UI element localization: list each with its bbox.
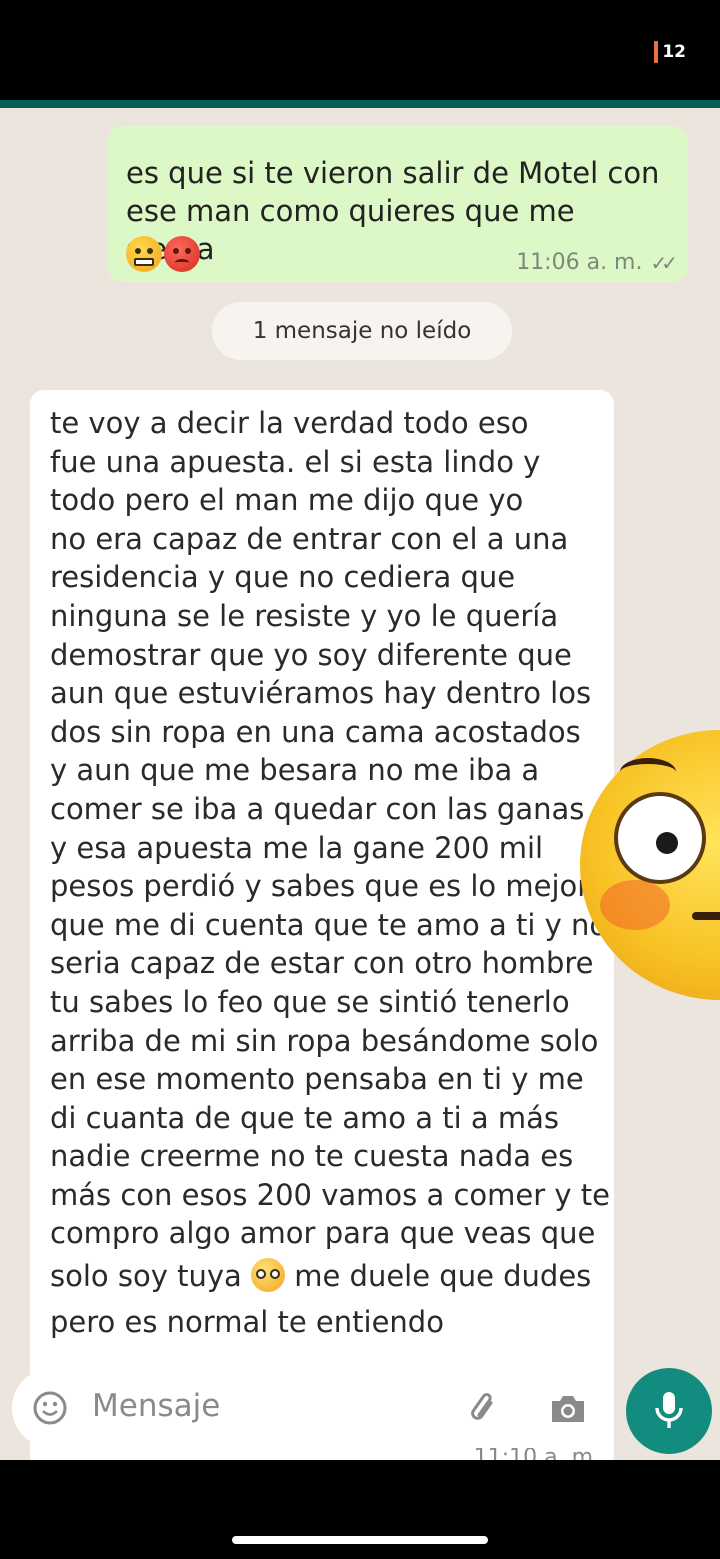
message-line: te voy a decir la verdad todo eso: [50, 406, 529, 440]
message-timestamp: 11:06 a. m. ✓✓: [516, 250, 678, 275]
message-line-with-emoji: solo soy tuya me duele que dudes: [50, 1253, 598, 1299]
attach-icon[interactable]: [466, 1390, 504, 1428]
message-line: no era capaz de entrar con el a una: [50, 521, 569, 556]
message-line: pesos perdió y sabes que es lo mejor: [50, 869, 590, 904]
message-line: en ese momento pensaba en ti y me: [50, 1062, 584, 1097]
system-navigation-bar: [0, 1460, 720, 1559]
pleading-face-icon: [251, 1258, 286, 1293]
emoji-row: [126, 236, 200, 272]
outgoing-message-line: es que si te vieron salir de Motel con: [126, 156, 660, 190]
incoming-message-bubble[interactable]: te voy a decir la verdad todo eso fue un…: [30, 390, 614, 1460]
battery-level: 12: [662, 42, 686, 62]
message-line: y aun que me besara no me iba a: [50, 753, 540, 788]
message-line: ninguna se le resiste y yo le quería: [50, 598, 559, 633]
message-input[interactable]: Mensaje: [92, 1388, 220, 1424]
camera-icon[interactable]: [548, 1392, 588, 1426]
status-bar: 12: [0, 0, 720, 100]
home-indicator[interactable]: [232, 1536, 488, 1544]
outgoing-message-bubble[interactable]: es que si te vieron salir de Motel con e…: [108, 126, 688, 282]
message-line: todo pero el man me dijo que yo: [50, 483, 524, 518]
message-line: residencia y que no cediera que: [50, 560, 516, 595]
message-line: fue una apuesta. el si esta lindo y: [50, 444, 541, 479]
message-line: compro algo amor para que veas que: [50, 1216, 596, 1251]
message-line: tu sabes lo feo que se sintió tenerlo: [50, 984, 570, 1019]
timestamp-text: 11:06 a. m.: [516, 250, 643, 275]
message-line: di cuanta de que te amo a ti a más: [50, 1100, 560, 1135]
voice-message-button[interactable]: [626, 1368, 712, 1454]
message-line: comer se iba a quedar con las ganas: [50, 791, 585, 826]
message-line: dos sin ropa en una cama acostados: [50, 714, 581, 749]
message-line: más con esos 200 vamos a comer y te: [50, 1177, 610, 1212]
battery-icon: [654, 41, 659, 63]
grimacing-face-icon: [126, 236, 162, 272]
double-check-icon: ✓✓: [650, 250, 677, 275]
unread-messages-banner: 1 mensaje no leído: [212, 302, 512, 360]
message-line: y esa apuesta me la gane 200 mil: [50, 830, 544, 865]
message-line: demostrar que yo soy diferente que: [50, 637, 572, 672]
battery-indicator: 12: [654, 41, 686, 63]
message-line: que me di cuenta que te amo a ti y no: [50, 907, 608, 942]
message-text: me duele que dudes: [294, 1259, 592, 1294]
microphone-icon: [655, 1392, 683, 1428]
message-line: nadie creerme no te cuesta nada es: [50, 1139, 574, 1174]
message-composer[interactable]: Mensaje: [12, 1368, 610, 1448]
message-line: aun que estuviéramos hay dentro los: [50, 676, 592, 711]
message-line: pero es normal te entiendo: [50, 1305, 444, 1340]
emoji-icon[interactable]: [32, 1390, 68, 1426]
message-line: arriba de mi sin ropa besándome solo: [50, 1023, 599, 1058]
app-header-edge: [0, 100, 720, 108]
angry-face-icon: [164, 236, 200, 272]
chat-area[interactable]: es que si te vieron salir de Motel con e…: [0, 108, 720, 1460]
message-text: solo soy tuya: [50, 1259, 242, 1294]
message-line: seria capaz de estar con otro hombre: [50, 946, 594, 981]
